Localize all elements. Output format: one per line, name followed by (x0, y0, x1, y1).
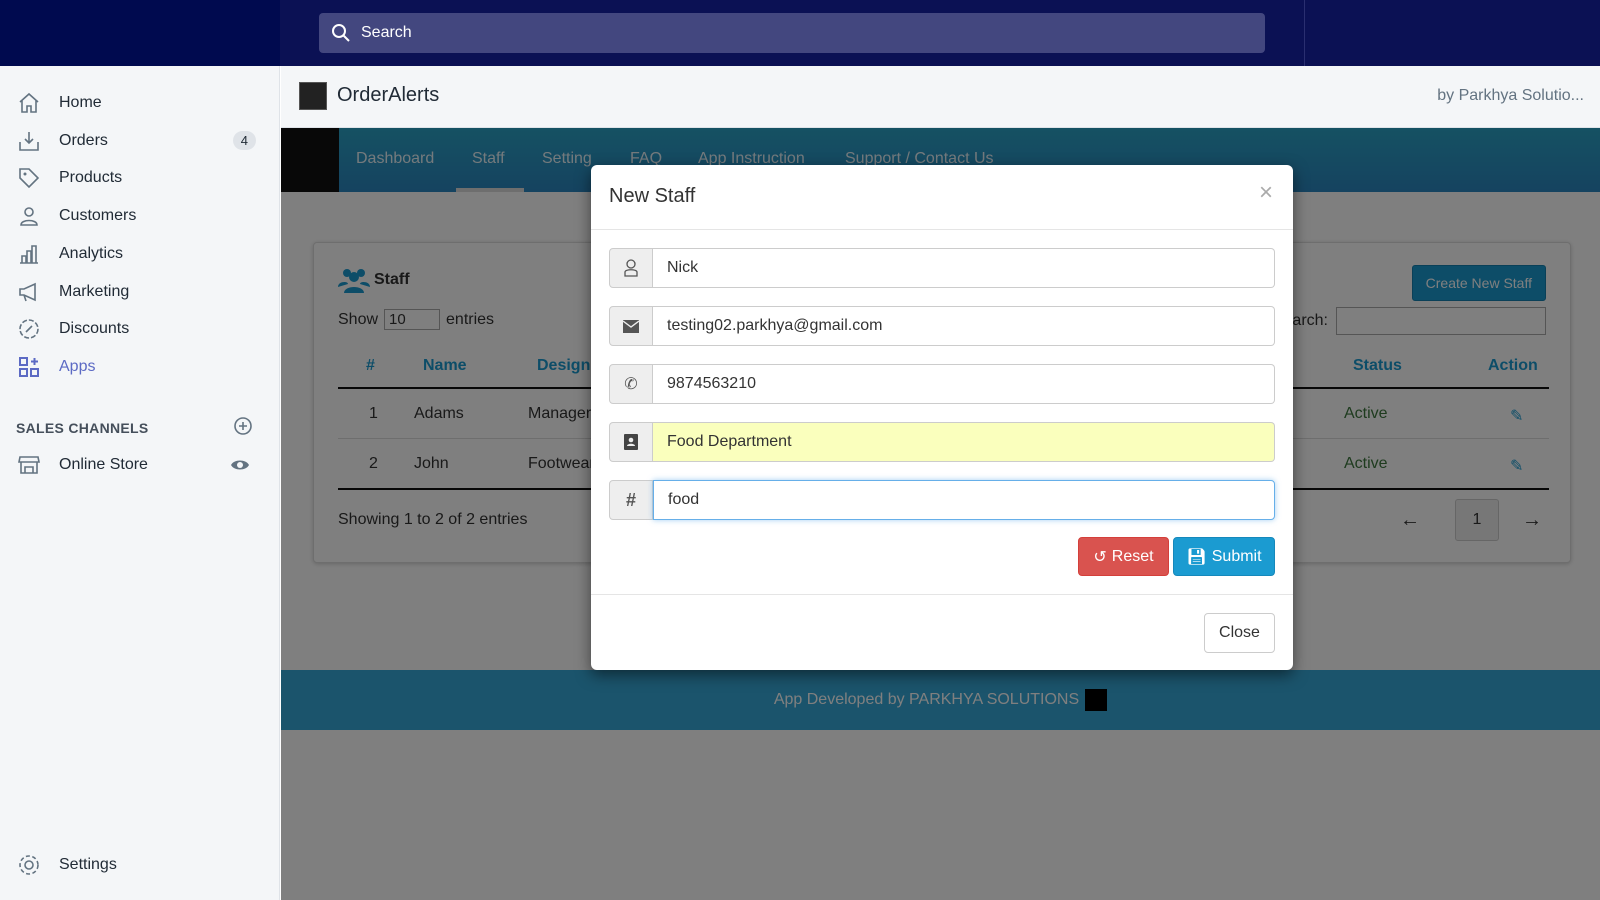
app-header: OrderAlerts by Parkhya Solutio... (281, 66, 1600, 128)
gear-icon (16, 852, 42, 878)
new-staff-modal: New Staff × ✆ # ↺Reset 💾︎Submit Close (591, 165, 1293, 670)
user-icon (609, 248, 653, 288)
sidebar-item-customers[interactable]: Customers (16, 201, 256, 231)
department-input[interactable] (653, 422, 1275, 462)
apps-icon (16, 354, 42, 380)
phone-input[interactable] (653, 364, 1275, 404)
discount-icon (16, 316, 42, 342)
envelope-icon (609, 306, 653, 346)
sidebar-item-products[interactable]: Products (16, 163, 256, 193)
sidebar-item-analytics[interactable]: Analytics (16, 239, 256, 269)
sidebar-item-online-store[interactable]: Online Store (16, 450, 256, 480)
modal-title: New Staff (609, 185, 696, 207)
department-field-group (609, 422, 1275, 462)
close-icon[interactable]: × (1259, 179, 1273, 207)
sidebar-item-discounts[interactable]: Discounts (16, 314, 256, 344)
sidebar-item-label: Marketing (59, 282, 130, 300)
sidebar-item-apps[interactable]: Apps (16, 352, 256, 382)
close-button[interactable]: Close (1204, 613, 1275, 653)
divider (1304, 0, 1305, 66)
divider (591, 594, 1293, 595)
sidebar-item-label: Apps (59, 357, 96, 375)
sidebar-item-label: Online Store (59, 456, 148, 473)
reset-label: Reset (1111, 547, 1154, 565)
sidebar-item-label: Home (59, 94, 102, 111)
tag-icon (16, 165, 42, 191)
submit-button[interactable]: 💾︎ Submit (1173, 537, 1275, 576)
email-input[interactable] (653, 306, 1275, 346)
sidebar-item-label: Analytics (59, 244, 124, 262)
submit-label: Submit (1211, 547, 1262, 565)
contact-book-icon (609, 422, 653, 462)
sidebar-item-label: Orders (59, 131, 108, 149)
name-input[interactable] (653, 248, 1275, 288)
person-icon (16, 203, 42, 229)
hash-icon: # (609, 480, 653, 520)
email-field-group (609, 306, 1275, 346)
code-input[interactable] (653, 480, 1275, 520)
sales-channels-heading: SALES CHANNELS (16, 420, 149, 436)
sidebar-item-label: Products (59, 169, 123, 187)
sidebar-item-marketing[interactable]: Marketing (16, 277, 256, 307)
divider (591, 229, 1293, 230)
phone-field-group: ✆ (609, 364, 1275, 404)
bar-chart-icon (16, 241, 42, 267)
megaphone-icon (16, 279, 42, 305)
phone-icon: ✆ (609, 364, 653, 404)
orders-icon (16, 128, 42, 154)
app-title: OrderAlerts (337, 84, 440, 106)
sidebar-item-label: Discounts (59, 320, 130, 338)
add-channel-icon[interactable] (233, 416, 253, 436)
code-field-group: # (609, 480, 1275, 520)
sidebar-item-orders[interactable]: Orders 4 (16, 126, 256, 156)
app-logo-icon (299, 82, 327, 110)
search-input[interactable]: Search (319, 13, 1265, 53)
search-icon (332, 24, 350, 42)
eye-icon[interactable] (230, 458, 250, 472)
home-icon (16, 90, 42, 116)
top-bar-logo-area (0, 0, 280, 66)
top-bar: Search (0, 0, 1600, 66)
store-icon (16, 452, 42, 478)
save-icon: 💾︎ (1186, 548, 1207, 566)
app-developer[interactable]: by Parkhya Solutio... (1437, 87, 1584, 105)
sidebar-item-home[interactable]: Home (16, 88, 256, 118)
sidebar-item-settings[interactable]: Settings (16, 850, 256, 880)
sidebar-item-label: Customers (59, 207, 137, 225)
sidebar-item-label: Settings (59, 856, 117, 873)
reset-button[interactable]: ↺ Reset (1078, 537, 1169, 576)
undo-icon: ↺ (1093, 548, 1107, 566)
orders-count-badge: 4 (232, 131, 256, 151)
sidebar: Home Orders 4 Products Customers Analytics Mar… (0, 66, 280, 900)
name-field-group (609, 248, 1275, 288)
search-placeholder: Search (361, 24, 412, 41)
